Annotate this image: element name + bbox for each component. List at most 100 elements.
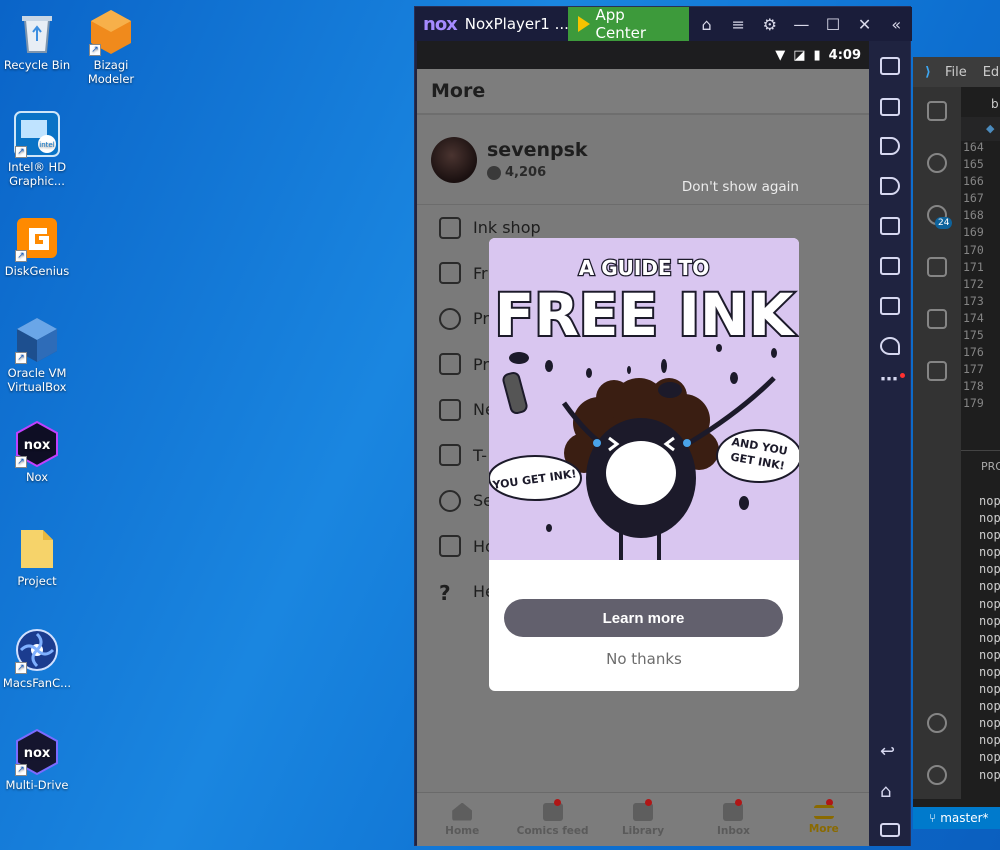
settings-gear-icon[interactable]: ⚙	[754, 15, 786, 34]
nav-label: More	[808, 822, 839, 835]
explorer-icon[interactable]	[927, 101, 947, 121]
panel-tab-problems[interactable]: PRO	[981, 460, 1000, 473]
nav-library[interactable]: Library	[598, 793, 688, 846]
nav-inbox[interactable]: Inbox	[688, 793, 778, 846]
apk-install-icon[interactable]	[880, 257, 900, 275]
desktop-icon-label: Nox	[25, 470, 49, 484]
line-number: 172	[963, 276, 984, 291]
home-icon[interactable]: ⌂	[691, 15, 723, 34]
menu-edit[interactable]: Ed	[983, 65, 999, 80]
menu-icon[interactable]: ≡	[722, 15, 754, 34]
avatar[interactable]	[431, 136, 477, 183]
terminal-line: nop	[979, 682, 1000, 697]
manage-gear-icon[interactable]	[927, 765, 947, 785]
no-thanks-button[interactable]: No thanks	[489, 650, 799, 668]
macsfan-icon: ↗	[13, 626, 61, 674]
wifi-icon: ▼	[775, 47, 786, 63]
username: sevenpsk	[487, 139, 588, 161]
more-dots-icon[interactable]: ⋯	[880, 369, 898, 390]
nav-comics-feed[interactable]: Comics feed	[507, 793, 597, 846]
terminal-line: nop	[979, 545, 1000, 560]
back-icon[interactable]: ↩	[880, 741, 895, 762]
line-number: 169	[963, 225, 984, 240]
collapse-sidebar-icon[interactable]: «	[880, 15, 912, 34]
line-number: 176	[963, 345, 984, 360]
nav-label: Library	[621, 824, 665, 837]
profile-section[interactable]: sevenpsk 4,206	[417, 115, 869, 205]
search-icon[interactable]	[927, 153, 947, 173]
hamburger-menu-icon	[813, 804, 834, 819]
volume-up-icon[interactable]	[880, 137, 900, 155]
menu-item-label: T-	[473, 445, 488, 465]
screen-icon[interactable]	[880, 217, 900, 235]
desktop-icon-recycle-bin[interactable]: Recycle Bin	[0, 8, 74, 72]
nav-more[interactable]: More	[779, 793, 869, 846]
desktop-icon-bizagi[interactable]: ↗ Bizagi Modeler	[74, 8, 148, 86]
line-number: 177	[963, 362, 984, 377]
svg-text:nox: nox	[24, 438, 51, 453]
account-icon[interactable]	[927, 713, 947, 733]
run-debug-icon[interactable]	[927, 257, 947, 277]
nox-window-title: NoxPlayer1 ...	[464, 15, 568, 33]
nav-label: Inbox	[716, 824, 750, 837]
nox-icon: nox ↗	[13, 420, 61, 468]
terminal-line: nop	[979, 494, 1000, 508]
desktop-icon-diskgenius[interactable]: ↗ DiskGenius	[0, 214, 74, 278]
desktop-icon-virtualbox[interactable]: ↗ Oracle VM VirtualBox	[0, 316, 74, 394]
desktop-icon-intel-graphics[interactable]: intel ↗ Intel® HD Graphic...	[0, 110, 74, 188]
nav-home[interactable]: Home	[417, 793, 507, 846]
line-number: 165	[963, 157, 984, 172]
rocket-icon[interactable]	[880, 337, 900, 355]
keyboard-icon[interactable]	[880, 98, 900, 116]
dont-show-again-link[interactable]: Don't show again	[682, 179, 799, 195]
desktop-icon-label: MacsFanC...	[2, 676, 72, 690]
pull-request-icon[interactable]	[927, 361, 947, 381]
panel-divider	[961, 450, 1000, 451]
desktop-icon-macsfan[interactable]: ↗ MacsFanC...	[0, 626, 74, 690]
desktop-icon-nox[interactable]: nox ↗ Nox	[0, 420, 74, 484]
extensions-icon[interactable]	[927, 309, 947, 329]
folder-icon	[13, 524, 61, 572]
nav-label: Home	[445, 824, 480, 837]
coin-balance: 4,206	[487, 165, 588, 180]
editor-tab[interactable]: b	[961, 87, 1000, 117]
desktop-icon-label: Oracle VM VirtualBox	[7, 366, 67, 394]
menu-item-label: Ink shop	[473, 218, 541, 238]
android-home-icon[interactable]: ⌂	[880, 781, 891, 802]
maximize-icon[interactable]: ☐	[817, 15, 849, 34]
bizagi-icon: ↗	[87, 8, 135, 56]
line-number: 179	[963, 396, 984, 411]
desktop-icon-multidrive[interactable]: nox ↗ Multi-Drive	[0, 728, 74, 792]
recent-apps-icon[interactable]	[880, 823, 900, 837]
learn-more-button[interactable]: Learn more	[504, 599, 783, 637]
nox-logo: nox	[423, 13, 458, 35]
shop-icon	[439, 216, 461, 239]
source-control-badge: 24	[935, 217, 953, 229]
line-number: 175	[963, 328, 984, 343]
printer-icon[interactable]	[880, 297, 900, 315]
app-center-button[interactable]: App Center	[567, 6, 689, 42]
volume-down-icon[interactable]	[880, 177, 900, 195]
terminal-line: nop	[979, 733, 1000, 748]
terminal-line: nop	[979, 716, 1000, 731]
terminal-line: nop	[979, 562, 1000, 577]
minimize-icon[interactable]: —	[786, 15, 818, 34]
fullscreen-icon[interactable]	[880, 57, 900, 75]
line-numbers: 164 165 166 167 168 169 170 171 172 173 …	[963, 139, 984, 413]
line-number: 171	[963, 259, 984, 274]
terminal-line: nop	[979, 528, 1000, 543]
nox-side-toolbar: ⋯ ↩ ⌂	[870, 41, 910, 846]
git-branch[interactable]: master*	[940, 811, 988, 825]
desktop-icon-project[interactable]: Project	[0, 524, 74, 588]
desktop-icon-label: DiskGenius	[4, 264, 70, 278]
art-title-main: FREE INK	[495, 281, 796, 349]
line-number: 178	[963, 379, 984, 394]
line-number: 166	[963, 174, 984, 189]
free-ink-illustration: A GUIDE TO FREE INK YOU GET INK! AND YOU…	[489, 238, 799, 560]
terminal-line: nop	[979, 699, 1000, 714]
promo-dialog: A GUIDE TO FREE INK YOU GET INK! AND YOU…	[489, 238, 799, 691]
notification-dot	[644, 799, 652, 806]
menu-file[interactable]: File	[945, 65, 967, 80]
close-icon[interactable]: ✕	[849, 15, 881, 34]
svg-text:nox: nox	[24, 746, 51, 761]
